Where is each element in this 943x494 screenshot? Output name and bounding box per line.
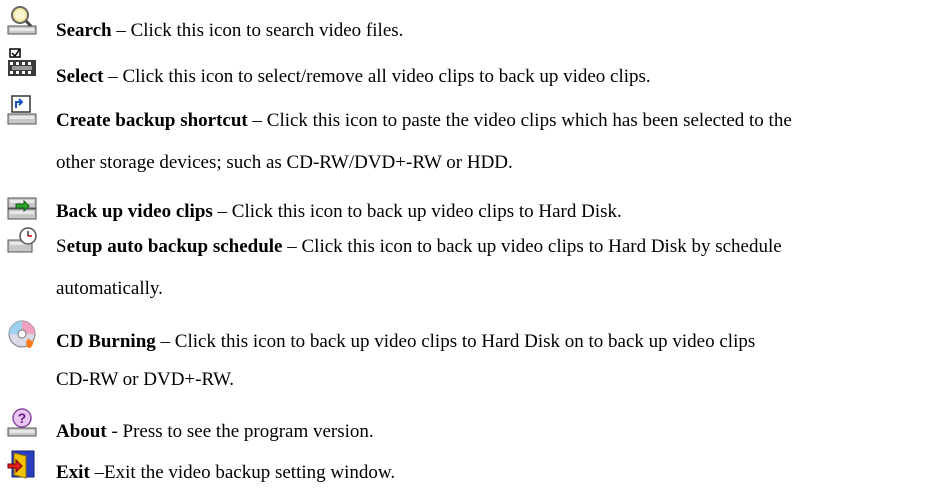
- item-title: About: [56, 421, 107, 442]
- item-title: Create backup shortcut: [56, 110, 248, 131]
- item-description: Click this icon to search video files.: [130, 20, 404, 41]
- cd-burning-icon[interactable]: [6, 318, 38, 350]
- item-description-continued: CD-RW or DVD+-RW.: [56, 369, 235, 390]
- magnifier-search-icon[interactable]: [6, 4, 38, 36]
- item-description: Click this icon to back up video clips t…: [174, 331, 756, 352]
- item-description: Click this icon to back up video clips t…: [231, 201, 622, 222]
- item-description: Click this icon to paste the video clips…: [266, 110, 792, 131]
- item-description: Press to see the program version.: [122, 421, 374, 442]
- item-description-continued: automatically.: [56, 278, 163, 299]
- drive-shortcut-icon[interactable]: [6, 94, 38, 126]
- item-title: Exit: [56, 462, 90, 483]
- item-description: Click this icon to select/remove all vid…: [122, 66, 651, 87]
- item-description: Exit the video backup setting window.: [104, 462, 396, 483]
- item-description: Click this icon to back up video clips t…: [301, 236, 782, 257]
- item-title: CD Burning: [56, 331, 156, 352]
- hard-disk-backup-icon[interactable]: [6, 190, 38, 222]
- exit-door-icon[interactable]: [6, 448, 38, 480]
- item-title: Select: [56, 66, 104, 87]
- about-question-icon[interactable]: ?: [6, 406, 38, 438]
- item-description-continued: other storage devices; such as CD-RW/DVD…: [56, 152, 513, 173]
- item-title: Back up video clips: [56, 201, 213, 222]
- schedule-backup-icon[interactable]: [6, 224, 38, 256]
- film-select-icon[interactable]: [6, 46, 38, 78]
- item-title: etup auto backup schedule: [66, 236, 283, 257]
- svg-text:?: ?: [18, 410, 27, 426]
- item-title: Search: [56, 20, 112, 41]
